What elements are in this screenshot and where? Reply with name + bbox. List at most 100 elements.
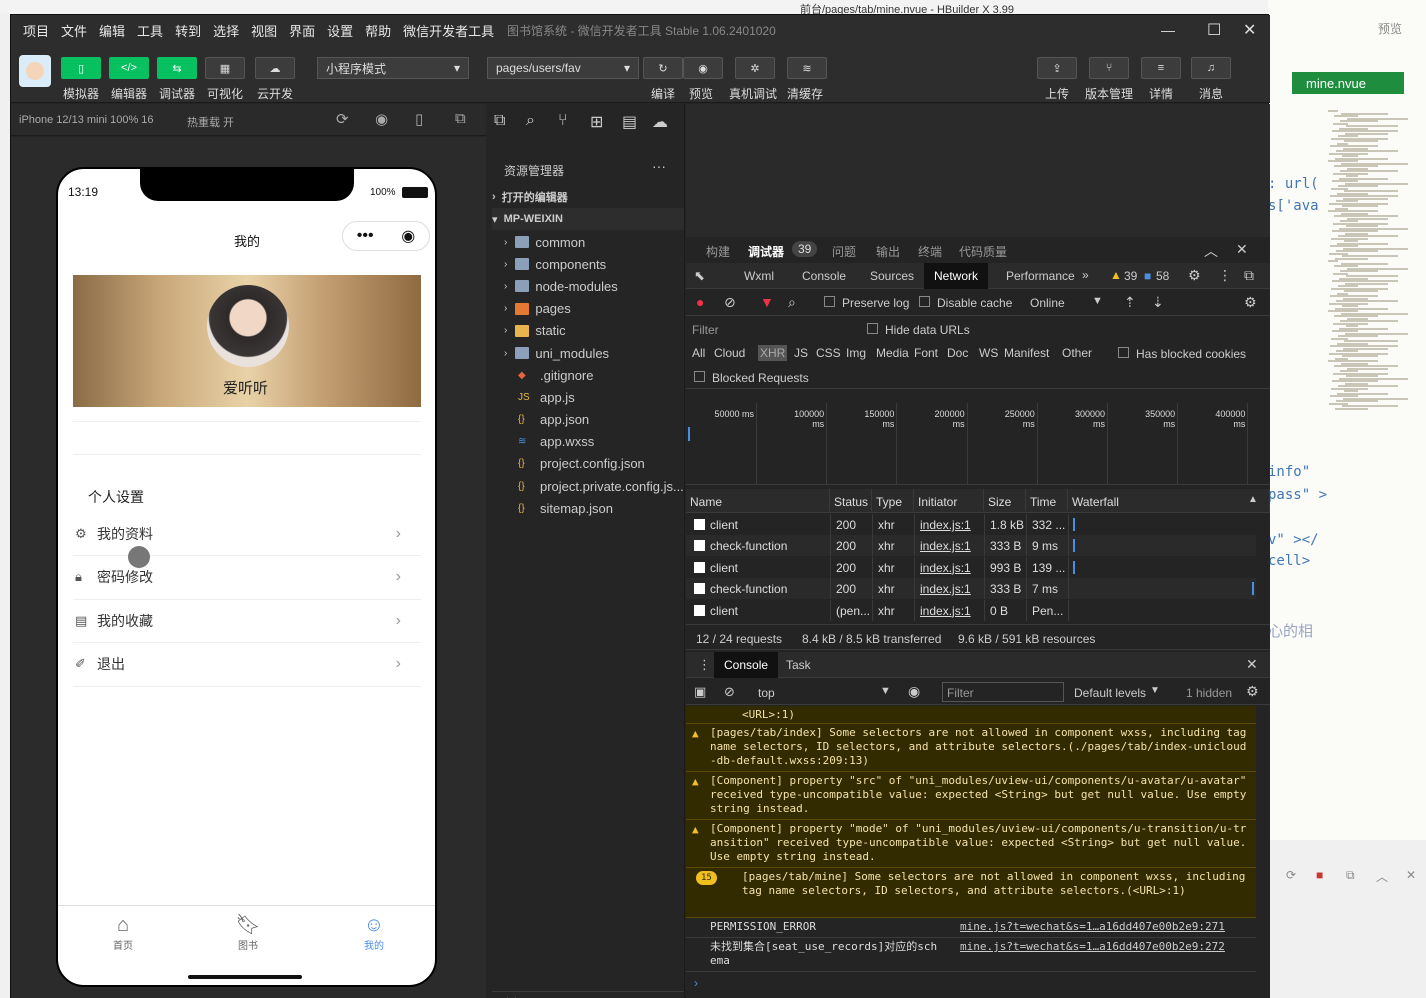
open-editors[interactable]: › 打开的编辑器 — [492, 186, 568, 208]
close-icon[interactable]: ✕ — [1406, 868, 1416, 882]
rotate-icon[interactable]: ⟳ — [336, 110, 349, 128]
file-item[interactable]: {} project.config.json — [518, 453, 645, 475]
search-icon[interactable]: ⌕ — [526, 112, 535, 130]
file-item[interactable]: ≋ app.wxss — [518, 431, 594, 453]
cell-initiator[interactable]: index.js:1 — [920, 518, 971, 532]
more-icon[interactable]: ··· — [652, 158, 666, 174]
panel-tab[interactable]: Wxml — [734, 263, 784, 289]
column-header[interactable]: Status — [830, 489, 872, 511]
sidebar-toggle-icon[interactable]: ▣ — [694, 684, 706, 700]
cell-initiator[interactable]: index.js:1 — [920, 539, 971, 553]
toolbar-label[interactable]: 可视化 — [207, 85, 243, 102]
version-icon[interactable]: ⑂ — [1089, 57, 1129, 79]
cell-initiator[interactable]: index.js:1 — [920, 561, 971, 575]
visual-icon[interactable]: ▦ — [205, 57, 245, 79]
toolbar-label[interactable]: 预览 — [689, 85, 713, 102]
levels-select[interactable]: Default levels — [1074, 686, 1146, 700]
collapse-icon[interactable]: ︿ — [1204, 241, 1218, 261]
panel-tab[interactable]: Console — [792, 263, 856, 289]
folder-item[interactable]: › uni_modules — [504, 342, 609, 364]
type-filter[interactable]: Media — [876, 346, 909, 360]
settings-row[interactable]: ▤ 我的收藏 › — [73, 599, 421, 643]
file-item[interactable]: {} app.json — [518, 408, 589, 430]
table-row[interactable]: check-function 200 xhr index.js:1 333 B 7 ms — [686, 578, 1256, 600]
outline-section[interactable]: › 大纲 — [492, 991, 684, 998]
drawer-tab[interactable]: Console — [714, 652, 779, 678]
folder-item[interactable]: › pages — [504, 298, 571, 320]
popout-icon[interactable]: ⧉ — [455, 110, 466, 127]
more-icon[interactable]: ••• — [357, 227, 374, 245]
type-filter[interactable]: Doc — [947, 346, 968, 360]
cell-initiator[interactable]: index.js:1 — [920, 582, 971, 596]
cloud-icon[interactable]: ☁ — [255, 57, 295, 79]
drawer-menu-icon[interactable]: ⋮ — [698, 657, 711, 673]
file-item[interactable]: ◆ .gitignore — [518, 364, 593, 386]
top-tab[interactable]: 代码质量 — [959, 243, 1007, 260]
maximize-icon[interactable]: ☐ — [1207, 20, 1221, 40]
remote-debug-icon[interactable]: ✲ — [735, 57, 775, 79]
info-icon[interactable]: ■ — [1144, 269, 1151, 283]
console-source-link[interactable]: mine.js?t=wechat&s=1…a16dd407e00b2e9:271 — [960, 920, 1225, 934]
record-icon[interactable]: ◉ — [375, 110, 388, 128]
capsule-menu[interactable]: ••• ◉ — [342, 221, 430, 251]
column-header[interactable]: Size — [984, 489, 1026, 511]
column-header[interactable]: Type — [872, 489, 914, 511]
panel-tab[interactable]: Sources — [860, 263, 924, 289]
search-icon[interactable]: ⌕ — [788, 294, 796, 311]
preview-icon[interactable]: ◉ — [683, 57, 723, 79]
collapse-icon[interactable]: ︿ — [1376, 868, 1388, 885]
table-row[interactable]: client 200 xhr index.js:1 993 B 139 ... — [686, 556, 1256, 578]
inspect-icon[interactable]: ⬉ — [694, 268, 705, 284]
editor-icon[interactable]: </> — [109, 57, 149, 79]
type-filter[interactable]: All — [692, 346, 705, 360]
panel-tab[interactable]: Performance — [996, 263, 1085, 289]
type-filter[interactable]: CSS — [816, 346, 841, 360]
top-tab[interactable]: 问题 — [832, 243, 856, 260]
table-row[interactable]: client 200 xhr index.js:1 1.8 kB 332 ... — [686, 514, 1256, 535]
mode-select[interactable]: 小程序模式 ▾ — [317, 57, 469, 79]
top-tab[interactable]: 输出 — [876, 243, 900, 260]
close-miniapp-icon[interactable]: ◉ — [401, 226, 415, 246]
menu-item[interactable]: 选择 — [213, 21, 239, 40]
drawer-tab[interactable]: Task — [776, 652, 821, 678]
toolbar-label[interactable]: 云开发 — [257, 85, 293, 102]
menu-item[interactable]: 文件 — [61, 21, 87, 40]
menu-item[interactable]: 转到 — [175, 21, 201, 40]
folder-item[interactable]: › common — [504, 231, 585, 253]
column-header[interactable]: Initiator — [914, 489, 984, 511]
type-filter[interactable]: XHR — [758, 345, 788, 361]
settings-icon[interactable]: ⚙ — [1244, 294, 1257, 311]
column-header[interactable]: Time — [1026, 489, 1068, 511]
top-tab[interactable]: 终端 — [918, 243, 942, 260]
menu-item[interactable]: 设置 — [327, 21, 353, 40]
project-root[interactable]: ▾ MP-WEIXIN — [492, 208, 684, 230]
tab-home[interactable]: ⌂ 首页 — [103, 913, 143, 952]
type-filter[interactable]: Other — [1062, 346, 1092, 360]
panel-icon[interactable]: ▤ — [622, 112, 637, 132]
extensions-icon[interactable]: ⊞ — [590, 112, 603, 132]
clear-icon[interactable]: ⊘ — [724, 684, 735, 700]
filter-input[interactable]: Filter — [692, 323, 719, 337]
settings-row[interactable]: ⚙ 我的资料 › — [73, 512, 421, 556]
export-icon[interactable]: ⇣ — [1152, 294, 1164, 311]
open-icon[interactable]: ⧉ — [1346, 868, 1355, 883]
toolbar-label[interactable]: 编译 — [651, 85, 675, 102]
folder-item[interactable]: › static — [504, 320, 566, 342]
hide-data-checkbox[interactable] — [867, 323, 878, 334]
top-tab[interactable]: 调试器 — [748, 243, 784, 260]
hbuilder-preview-button[interactable]: 预览 — [1378, 20, 1402, 37]
close-icon[interactable]: ✕ — [1246, 656, 1258, 673]
table-row[interactable]: check-function 200 xhr index.js:1 333 B 9 ms — [686, 535, 1256, 557]
console-prompt-icon[interactable]: › — [694, 976, 698, 990]
toolbar-label[interactable]: 消息 — [1199, 85, 1223, 102]
menu-item[interactable]: 项目 — [23, 21, 49, 40]
panel-tab[interactable]: Network — [924, 263, 989, 289]
menu-item[interactable]: 帮助 — [365, 21, 391, 40]
hbuilder-tab[interactable]: mine.nvue — [1292, 72, 1404, 94]
toolbar-label[interactable]: 清缓存 — [787, 85, 823, 102]
table-row[interactable]: client (pen... xhr index.js:1 0 B Pen... — [686, 599, 1256, 621]
import-icon[interactable]: ⇡ — [1124, 294, 1136, 311]
type-filter[interactable]: Manifest — [1004, 346, 1049, 360]
disable-cache-checkbox[interactable] — [919, 296, 930, 307]
toolbar-label[interactable]: 模拟器 — [63, 85, 99, 102]
